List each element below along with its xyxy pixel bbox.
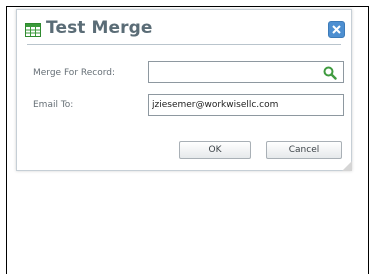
cancel-button[interactable]: Cancel bbox=[266, 141, 342, 159]
close-icon[interactable] bbox=[328, 21, 345, 38]
title-divider bbox=[27, 44, 341, 45]
spreadsheet-icon bbox=[25, 22, 41, 37]
search-icon[interactable] bbox=[323, 65, 337, 84]
merge-for-record-input[interactable] bbox=[152, 65, 320, 79]
email-to-field[interactable] bbox=[148, 94, 344, 116]
merge-for-record-field[interactable] bbox=[148, 61, 344, 83]
dialog-title: Test Merge bbox=[46, 18, 153, 38]
ok-button[interactable]: OK bbox=[179, 141, 251, 159]
merge-for-record-label: Merge For Record: bbox=[33, 68, 116, 78]
dialog-titlebar: Test Merge bbox=[17, 10, 351, 42]
test-merge-dialog: Test Merge Merge For Record: Email To: O… bbox=[16, 9, 352, 171]
email-to-input[interactable] bbox=[152, 98, 320, 112]
email-to-label: Email To: bbox=[33, 100, 74, 110]
